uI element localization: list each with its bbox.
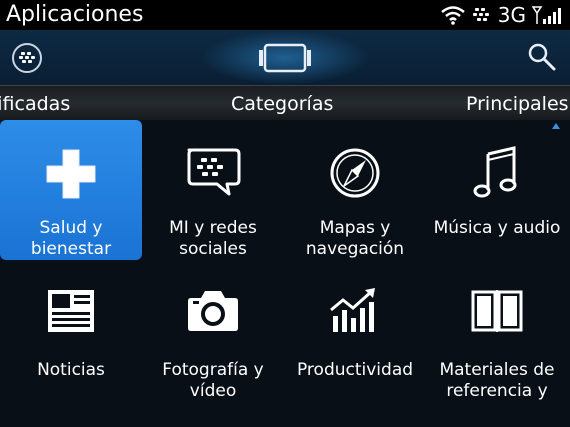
music-note-icon xyxy=(473,146,517,198)
camera-icon xyxy=(188,291,238,331)
blackberry-menu-icon[interactable] xyxy=(12,43,42,73)
category-label: Mapas y navegación xyxy=(305,218,405,259)
category-label: Salud y bienestar xyxy=(30,218,112,259)
category-label: Noticias xyxy=(37,360,105,380)
plus-icon xyxy=(46,149,96,199)
category-label: Materiales de referencia y xyxy=(439,360,555,401)
compass-icon xyxy=(330,148,380,198)
category-tile-fotografia[interactable]: Fotografía y vídeo xyxy=(142,260,284,401)
device-icon[interactable] xyxy=(257,42,313,78)
book-icon xyxy=(471,290,523,332)
category-tab-bar: lificadas Categorías Principales xyxy=(0,85,570,121)
category-tile-noticias[interactable]: Noticias xyxy=(0,260,142,400)
category-tile-musica[interactable]: Música y audio xyxy=(426,120,568,260)
status-icons: 3G xyxy=(440,3,564,27)
header-bar xyxy=(0,30,570,85)
network-type: 3G xyxy=(497,3,526,27)
signal-icon xyxy=(532,6,561,24)
wifi-icon xyxy=(440,6,465,25)
category-grid: Salud y bienestar MI y redes sociales Ma… xyxy=(0,120,570,427)
category-tile-mi-redes[interactable]: MI y redes sociales xyxy=(142,120,284,260)
bb-messenger-icon xyxy=(472,8,489,21)
tab-left-label: lificadas xyxy=(0,93,71,115)
tab-principales[interactable]: Principales xyxy=(466,93,569,115)
tab-categorias[interactable]: Categorías xyxy=(231,93,333,115)
category-tile-salud[interactable]: Salud y bienestar xyxy=(0,120,142,260)
category-tile-productividad[interactable]: Productividad xyxy=(284,260,426,400)
app-title: Aplicaciones xyxy=(6,2,144,27)
bbm-chat-icon xyxy=(187,148,241,196)
category-label: Productividad xyxy=(296,360,414,380)
search-icon[interactable] xyxy=(526,41,558,77)
tab-calificadas[interactable]: lificadas xyxy=(0,93,92,115)
newspaper-icon xyxy=(48,290,94,332)
category-tile-mapas[interactable]: Mapas y navegación xyxy=(284,120,426,260)
status-bar: Aplicaciones 3G xyxy=(0,0,570,30)
category-label: Fotografía y vídeo xyxy=(162,360,264,401)
category-tile-referencia[interactable]: Materiales de referencia y xyxy=(426,260,568,401)
category-label: Música y audio xyxy=(433,218,561,238)
growth-chart-icon xyxy=(330,288,375,332)
category-label: MI y redes sociales xyxy=(169,218,257,259)
